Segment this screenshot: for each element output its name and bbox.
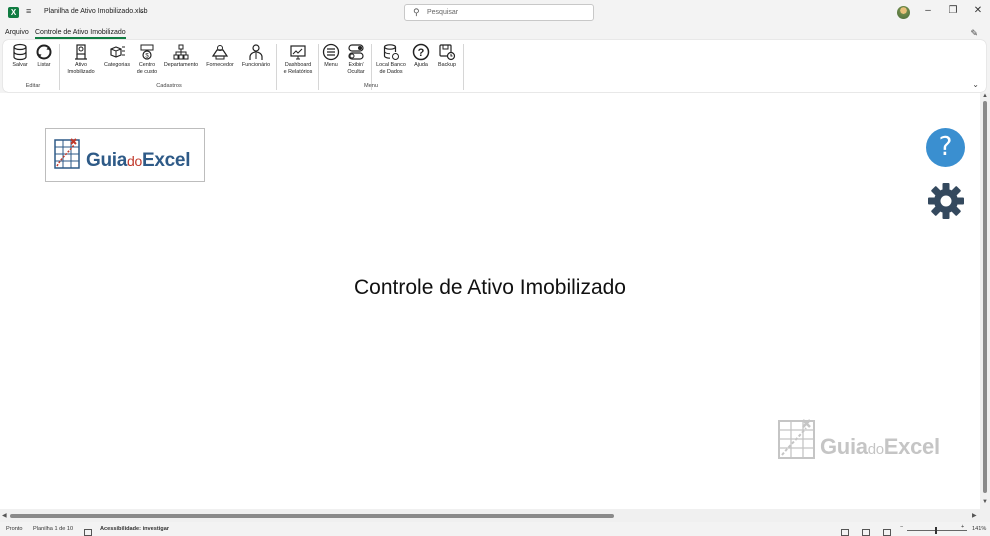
status-bar: Pronto Planilha 1 de 10 Acessibilidade: … xyxy=(0,522,990,536)
menu-button[interactable]: Menu xyxy=(321,43,341,69)
salvar-label: Salvar xyxy=(12,62,28,68)
group-editar-label: Editar xyxy=(25,83,41,89)
ajuda-label: Ajuda xyxy=(414,62,428,68)
collapse-ribbon-icon[interactable]: ⌄ xyxy=(972,80,979,89)
supplier-icon xyxy=(211,43,229,61)
tab-arquivo[interactable]: Arquivo xyxy=(5,29,29,36)
ajuda-button[interactable]: ? Ajuda xyxy=(411,43,431,69)
salvar-button[interactable]: Salvar xyxy=(10,43,30,69)
logo-text-guia: Guia xyxy=(86,150,128,171)
local-banco-dados-label: Local Banco de Dados xyxy=(376,62,406,75)
spreadsheet-watermark-icon xyxy=(778,419,815,459)
backup-label: Backup xyxy=(438,62,456,68)
employee-icon xyxy=(247,43,265,61)
zoom-slider-thumb[interactable] xyxy=(935,527,937,534)
cost-center-icon: $ xyxy=(138,43,156,61)
zoom-in-icon[interactable]: + xyxy=(961,524,964,530)
title-bar: X ≡ Planilha de Ativo Imobilizado.xlsb ⌄… xyxy=(0,0,990,26)
toggle-icon xyxy=(347,43,365,61)
departamento-button[interactable]: Departamento xyxy=(161,43,201,69)
tab-controle-ativo[interactable]: Controle de Ativo Imobilizado xyxy=(35,29,126,39)
guia-do-excel-watermark: GuiadoExcel xyxy=(778,418,958,462)
scroll-right-icon[interactable]: ▶ xyxy=(972,512,977,519)
local-banco-dados-button[interactable]: Local Banco de Dados xyxy=(372,43,410,76)
status-ready: Pronto xyxy=(6,526,23,532)
categorias-label: Categorias xyxy=(103,62,131,68)
logo-text-excel: Excel xyxy=(142,150,191,171)
search-icon: ⚲ xyxy=(413,7,420,17)
zoom-level[interactable]: 141% xyxy=(972,526,986,532)
vertical-scroll-thumb[interactable] xyxy=(983,101,987,493)
menu-icon xyxy=(322,43,340,61)
listar-button[interactable]: Listar xyxy=(34,43,54,69)
restore-icon[interactable]: ❐ xyxy=(946,5,960,16)
watermark-text-guia: Guia xyxy=(820,434,868,459)
help-circle-button[interactable]: ? xyxy=(926,128,965,167)
excel-app-icon: X xyxy=(8,7,19,18)
spreadsheet-logo-icon xyxy=(54,138,80,169)
status-accessibility[interactable]: Acessibilidade: investigar xyxy=(100,526,169,532)
separator xyxy=(276,44,277,90)
org-chart-icon xyxy=(172,43,190,61)
horizontal-scrollbar[interactable]: ◀ ▶ xyxy=(0,509,990,522)
close-icon[interactable]: ✕ xyxy=(971,5,985,16)
refresh-icon xyxy=(35,43,53,61)
fornecedor-label: Fornecedor xyxy=(206,62,234,68)
separator xyxy=(59,44,60,90)
svg-text:?: ? xyxy=(418,47,425,59)
chevron-down-icon[interactable]: ⌄ xyxy=(138,6,145,15)
pen-icon[interactable]: ✎ xyxy=(970,28,978,39)
funcionario-button[interactable]: Funcionário xyxy=(238,43,274,69)
backup-button[interactable]: Backup xyxy=(435,43,459,69)
exibir-ocultar-label: Exibir/ Ocultar xyxy=(347,62,365,75)
scroll-up-icon[interactable]: ▲ xyxy=(982,93,988,99)
watermark-wordmark: GuiadoExcel xyxy=(820,434,940,460)
listar-label: Listar xyxy=(37,62,51,68)
category-icon xyxy=(108,43,126,61)
help-icon: ? xyxy=(412,43,430,61)
avatar[interactable] xyxy=(897,6,910,19)
logo-wordmark: GuiadoExcel xyxy=(86,150,190,172)
centro-de-custo-label: Centro de custo xyxy=(136,62,158,75)
minimize-icon[interactable]: – xyxy=(921,5,935,16)
settings-gear-icon[interactable] xyxy=(927,182,965,220)
vertical-scrollbar[interactable]: ▲ ▼ xyxy=(980,93,990,509)
fornecedor-button[interactable]: Fornecedor xyxy=(202,43,238,69)
group-cadastros-label: Cadastros xyxy=(156,83,182,89)
asset-icon xyxy=(72,43,90,61)
status-sheet-info: Planilha 1 de 10 xyxy=(33,526,74,532)
funcionario-label: Funcionário xyxy=(241,62,271,68)
database-icon xyxy=(11,43,29,61)
watermark-text-excel: Excel xyxy=(883,434,940,459)
dashboard-icon xyxy=(289,43,307,61)
centro-de-custo-button[interactable]: $ Centro de custo xyxy=(134,43,160,76)
departamento-label: Departamento xyxy=(163,62,199,68)
ativo-imobilizado-label: Ativo Imobilizado xyxy=(67,62,95,75)
backup-icon xyxy=(438,43,456,61)
watermark-text-do: do xyxy=(867,441,884,458)
scroll-left-icon[interactable]: ◀ xyxy=(2,512,7,519)
horizontal-scroll-thumb[interactable] xyxy=(10,514,614,518)
group-menu-label: Menu xyxy=(364,83,378,89)
ribbon: Salvar Listar Editar Ativo Imobilizado C… xyxy=(3,40,986,92)
exibir-ocultar-button[interactable]: Exibir/ Ocultar xyxy=(342,43,370,76)
dashboard-relatorios-label: Dashboard e Relatórios xyxy=(283,62,313,75)
database-location-icon xyxy=(382,43,400,61)
ribbon-tabs: Arquivo Controle de Ativo Imobilizado xyxy=(0,26,990,40)
menu-label: Menu xyxy=(324,62,338,68)
zoom-slider[interactable] xyxy=(907,530,967,531)
search-input[interactable]: Pesquisar xyxy=(427,9,458,16)
document-title[interactable]: Planilha de Ativo Imobilizado.xlsb xyxy=(44,8,148,15)
scroll-down-icon[interactable]: ▼ xyxy=(982,499,988,505)
zoom-out-icon[interactable]: − xyxy=(900,524,903,530)
dashboard-relatorios-button[interactable]: Dashboard e Relatórios xyxy=(279,43,317,76)
ativo-imobilizado-button[interactable]: Ativo Imobilizado xyxy=(62,43,100,76)
categorias-button[interactable]: Categorias xyxy=(101,43,133,69)
logo-text-do: do xyxy=(127,153,143,169)
guia-do-excel-logo[interactable]: GuiadoExcel xyxy=(45,128,205,182)
customize-quick-access-icon[interactable]: ≡ xyxy=(26,6,31,16)
search-box[interactable]: ⚲ Pesquisar xyxy=(404,4,594,21)
page-title: Controle de Ativo Imobilizado xyxy=(354,276,626,299)
